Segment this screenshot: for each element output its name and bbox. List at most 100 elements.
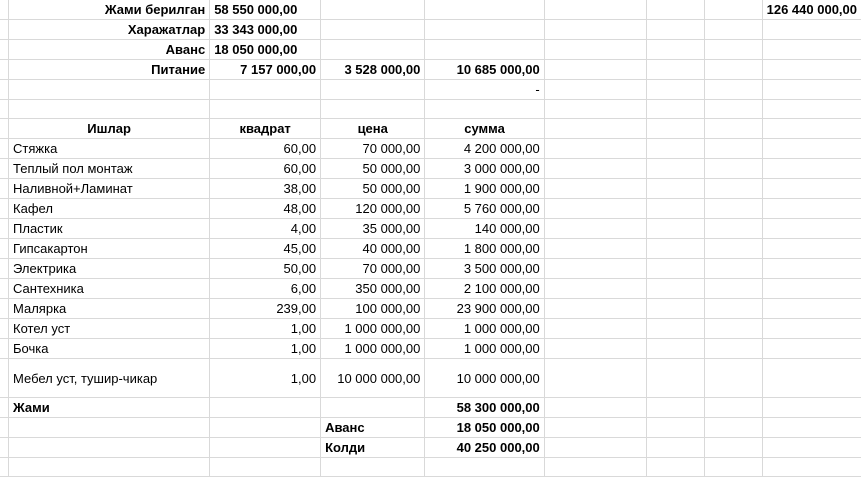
summary-value-expenses[interactable]: 33 343 000,00 — [209, 19, 322, 40]
work-area-cell[interactable]: 1,00 — [209, 358, 322, 398]
grid-cell[interactable] — [704, 118, 763, 139]
grid-cell[interactable] — [762, 178, 861, 199]
grid-cell[interactable] — [646, 39, 706, 60]
grid-cell[interactable] — [704, 417, 763, 438]
avans-sum[interactable]: 18 050 000,00 — [424, 417, 545, 438]
work-area-cell[interactable]: 48,00 — [209, 198, 322, 219]
grid-cell[interactable] — [646, 417, 706, 438]
grid-cell[interactable] — [0, 278, 9, 299]
grid-cell[interactable] — [0, 417, 9, 438]
work-area-cell[interactable]: 4,00 — [209, 218, 322, 239]
grid-cell[interactable] — [320, 99, 426, 119]
summary-value-avans[interactable]: 18 050 000,00 — [209, 39, 322, 60]
grid-cell[interactable] — [209, 437, 322, 458]
work-sum-cell[interactable]: 1 000 000,00 — [424, 338, 545, 359]
grid-cell[interactable] — [762, 417, 861, 438]
grid-cell[interactable] — [0, 397, 9, 418]
summary-label-expenses[interactable]: Харажатлар — [8, 19, 211, 40]
grid-cell[interactable] — [646, 0, 706, 20]
work-sum-cell[interactable]: 1 800 000,00 — [424, 238, 545, 259]
grid-cell[interactable] — [544, 178, 648, 199]
grid-cell[interactable] — [646, 437, 706, 458]
work-price-cell[interactable]: 120 000,00 — [320, 198, 426, 219]
grid-cell[interactable] — [0, 338, 9, 359]
grid-cell[interactable] — [8, 457, 211, 477]
work-name-cell[interactable]: Кафел — [8, 198, 211, 219]
grid-cell[interactable] — [8, 437, 211, 458]
grid-cell[interactable] — [8, 79, 211, 100]
grid-cell[interactable] — [704, 178, 763, 199]
grid-cell[interactable] — [704, 198, 763, 219]
grid-cell[interactable] — [0, 318, 9, 339]
work-area-cell[interactable]: 60,00 — [209, 138, 322, 159]
summary-extra-value[interactable]: 126 440 000,00 — [762, 0, 861, 20]
work-price-cell[interactable]: 1 000 000,00 — [320, 318, 426, 339]
grid-cell[interactable] — [704, 358, 763, 398]
work-sum-cell[interactable]: 10 000 000,00 — [424, 358, 545, 398]
grid-cell[interactable] — [544, 437, 648, 458]
summary-food-col3[interactable]: 10 685 000,00 — [424, 59, 545, 80]
grid-cell[interactable] — [0, 238, 9, 259]
grid-cell[interactable] — [544, 417, 648, 438]
work-price-cell[interactable]: 100 000,00 — [320, 298, 426, 319]
work-name-cell[interactable]: Котел уст — [8, 318, 211, 339]
grid-cell[interactable] — [646, 99, 706, 119]
work-name-cell[interactable]: Стяжка — [8, 138, 211, 159]
work-area-cell[interactable]: 1,00 — [209, 318, 322, 339]
grid-cell[interactable] — [704, 397, 763, 418]
work-name-cell[interactable]: Наливной+Ламинат — [8, 178, 211, 199]
grid-cell[interactable] — [646, 118, 706, 139]
work-area-cell[interactable]: 38,00 — [209, 178, 322, 199]
grid-cell[interactable] — [646, 318, 706, 339]
grid-cell[interactable] — [209, 99, 322, 119]
grid-cell[interactable] — [320, 397, 426, 418]
header-works[interactable]: Ишлар — [8, 118, 211, 139]
grid-cell[interactable] — [646, 198, 706, 219]
work-sum-cell[interactable]: 2 100 000,00 — [424, 278, 545, 299]
summary-label-given[interactable]: Жами берилган — [8, 0, 211, 20]
grid-cell[interactable] — [8, 417, 211, 438]
grid-cell[interactable] — [704, 238, 763, 259]
grid-cell[interactable] — [209, 417, 322, 438]
grid-cell[interactable] — [762, 318, 861, 339]
grid-cell[interactable] — [544, 39, 648, 60]
grid-cell[interactable] — [544, 358, 648, 398]
grid-cell[interactable] — [762, 397, 861, 418]
work-area-cell[interactable]: 239,00 — [209, 298, 322, 319]
grid-cell[interactable] — [544, 298, 648, 319]
dash-cell[interactable]: - — [424, 79, 545, 100]
grid-cell[interactable] — [762, 19, 861, 40]
grid-cell[interactable] — [704, 338, 763, 359]
grid-cell[interactable] — [544, 19, 648, 40]
grid-cell[interactable] — [704, 258, 763, 279]
grid-cell[interactable] — [704, 457, 763, 477]
grid-cell[interactable] — [544, 138, 648, 159]
grid-cell[interactable] — [704, 318, 763, 339]
grid-cell[interactable] — [762, 278, 861, 299]
work-name-cell[interactable]: Бочка — [8, 338, 211, 359]
grid-cell[interactable] — [0, 258, 9, 279]
grid-cell[interactable] — [544, 338, 648, 359]
grid-cell[interactable] — [704, 218, 763, 239]
work-price-cell[interactable]: 70 000,00 — [320, 138, 426, 159]
grid-cell[interactable] — [704, 19, 763, 40]
header-sum[interactable]: сумма — [424, 118, 545, 139]
total-sum[interactable]: 58 300 000,00 — [424, 397, 545, 418]
grid-cell[interactable] — [320, 0, 426, 20]
grid-cell[interactable] — [762, 238, 861, 259]
grid-cell[interactable] — [704, 79, 763, 100]
grid-cell[interactable] — [544, 397, 648, 418]
work-sum-cell[interactable]: 140 000,00 — [424, 218, 545, 239]
grid-cell[interactable] — [762, 138, 861, 159]
grid-cell[interactable] — [544, 278, 648, 299]
grid-cell[interactable] — [0, 99, 9, 119]
summary-food-col2[interactable]: 3 528 000,00 — [320, 59, 426, 80]
work-price-cell[interactable]: 50 000,00 — [320, 178, 426, 199]
grid-cell[interactable] — [762, 298, 861, 319]
grid-cell[interactable] — [646, 19, 706, 40]
grid-cell[interactable] — [646, 138, 706, 159]
grid-cell[interactable] — [0, 218, 9, 239]
grid-cell[interactable] — [762, 79, 861, 100]
grid-cell[interactable] — [762, 338, 861, 359]
grid-cell[interactable] — [646, 178, 706, 199]
